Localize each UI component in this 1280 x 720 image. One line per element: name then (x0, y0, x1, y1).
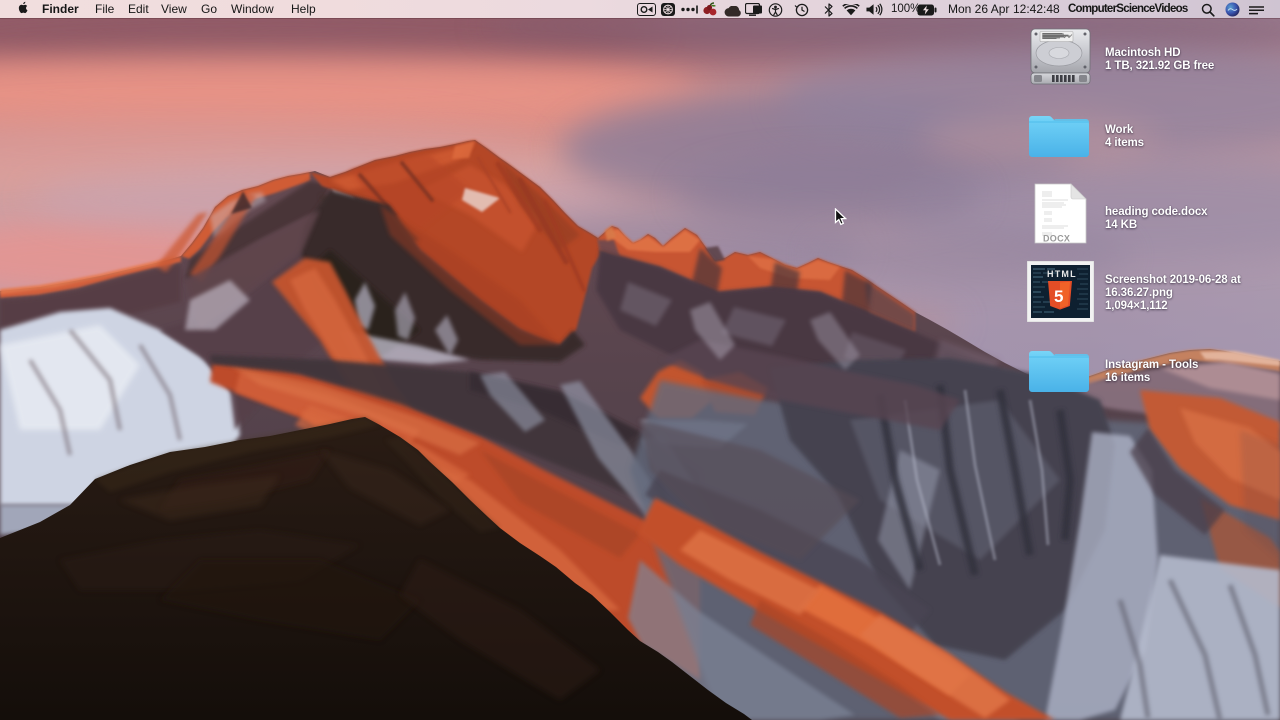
svg-text:5: 5 (1054, 287, 1063, 306)
svg-text:HTML: HTML (1047, 269, 1077, 279)
svg-text:DOCX: DOCX (1043, 234, 1070, 244)
